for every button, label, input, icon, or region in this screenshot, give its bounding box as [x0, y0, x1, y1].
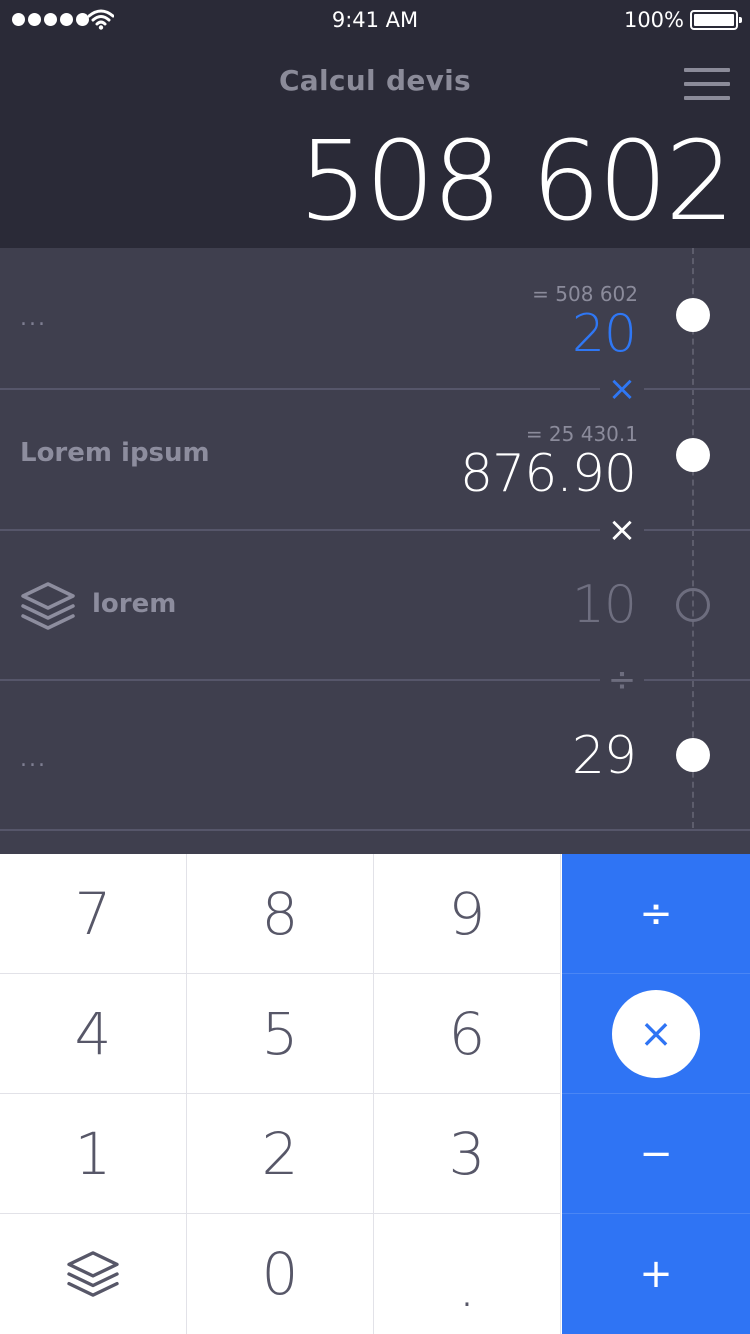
- key-2[interactable]: 2: [187, 1094, 374, 1214]
- timeline-node: [676, 738, 710, 772]
- row-value: 29: [571, 726, 637, 786]
- page-title: Calcul devis: [278, 64, 472, 97]
- row-value: 20: [571, 304, 637, 364]
- calculation-list: ... = 508 602 20 × Lorem ipsum = 25 430.…: [0, 248, 750, 854]
- row-subtotal: = 25 430.1: [525, 422, 638, 446]
- row-label: Lorem ipsum: [20, 438, 210, 468]
- key-5[interactable]: 5: [187, 974, 374, 1094]
- battery-percentage: 100%: [623, 8, 684, 32]
- timeline-node: [676, 588, 710, 622]
- calculation-row[interactable]: ... = 508 602 20: [0, 248, 750, 388]
- row-divider: [0, 829, 750, 831]
- status-bar: 9:41 AM 100%: [0, 0, 750, 40]
- row-label: lorem: [92, 589, 177, 619]
- operator-column: ÷ × − +: [562, 854, 750, 1334]
- timeline-node: [676, 298, 710, 332]
- add-button[interactable]: +: [562, 1214, 750, 1334]
- calculation-row[interactable]: ... 29: [0, 681, 750, 821]
- key-8[interactable]: 8: [187, 854, 374, 974]
- row-label: ...: [20, 747, 47, 772]
- key-1[interactable]: 1: [0, 1094, 187, 1214]
- multiply-button[interactable]: ×: [562, 974, 750, 1094]
- timeline-node: [676, 438, 710, 472]
- layers-icon: [67, 1251, 119, 1297]
- row-value: 876.90: [460, 444, 637, 504]
- row-subtotal: = 508 602: [532, 282, 638, 306]
- layers-icon: [21, 582, 75, 630]
- row-label: ...: [20, 306, 47, 331]
- battery-icon: [690, 10, 742, 30]
- key-9[interactable]: 9: [374, 854, 561, 974]
- layers-key[interactable]: [0, 1214, 187, 1334]
- keypad: 7 8 9 4 5 6 1 2 3 0 . ÷ × − +: [0, 854, 750, 1334]
- total-display: 508 602: [298, 117, 735, 245]
- multiply-active-indicator: ×: [612, 989, 700, 1078]
- divide-button[interactable]: ÷: [562, 854, 750, 974]
- header: 9:41 AM 100% Calcul devis 508 602: [0, 0, 750, 248]
- menu-icon[interactable]: [684, 68, 730, 102]
- key-3[interactable]: 3: [374, 1094, 561, 1214]
- row-value: 10: [571, 575, 637, 635]
- key-0[interactable]: 0: [187, 1214, 374, 1334]
- subtract-button[interactable]: −: [562, 1094, 750, 1214]
- key-4[interactable]: 4: [0, 974, 187, 1094]
- calculation-row[interactable]: Lorem ipsum = 25 430.1 876.90: [0, 390, 750, 530]
- key-decimal[interactable]: .: [374, 1214, 561, 1334]
- calculation-row[interactable]: lorem 10: [0, 531, 750, 671]
- key-7[interactable]: 7: [0, 854, 187, 974]
- key-6[interactable]: 6: [374, 974, 561, 1094]
